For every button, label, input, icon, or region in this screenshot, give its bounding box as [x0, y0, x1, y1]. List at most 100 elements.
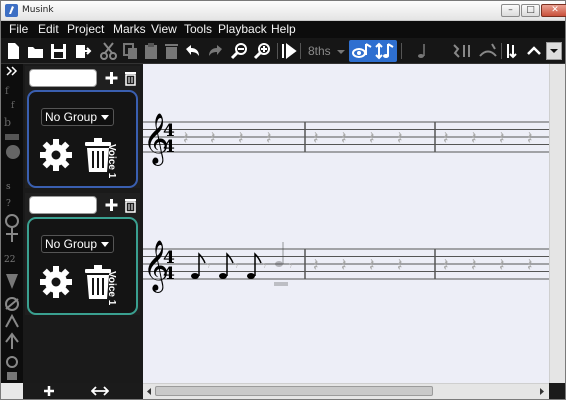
rests-staff-1: 𝄽 𝄽 𝄽 𝄽 𝄽 𝄽 𝄽 𝄽 𝄽 𝄽 𝄽 𝄽 — [183, 128, 533, 149]
voice-label: Voice 1 — [106, 144, 117, 179]
group-select[interactable]: No Group — [41, 108, 114, 126]
close-button[interactable]: ✕ — [541, 4, 566, 17]
title-bar: Musink – □ ✕ — [1, 1, 566, 21]
menu-tools[interactable]: Tools — [184, 22, 212, 36]
insert-down-icon[interactable] — [504, 41, 523, 61]
svg-text:b: b — [4, 116, 11, 129]
scroll-right-icon[interactable] — [538, 387, 546, 396]
swap-horizontal-icon[interactable] — [91, 385, 109, 397]
svg-text:?: ? — [6, 199, 11, 209]
menu-project[interactable]: Project — [67, 22, 104, 36]
app-window: Musink – □ ✕ File Edit Project Marks Vie… — [0, 0, 566, 400]
staff-name-input[interactable] — [29, 196, 97, 214]
menu-bar: File Edit Project Marks View Tools Playb… — [1, 21, 565, 38]
quarter-rest-icon: 𝄽 — [471, 255, 477, 276]
add-icon[interactable] — [103, 196, 120, 214]
toolbar: 8ths — [1, 38, 565, 64]
new-file-icon[interactable] — [4, 41, 23, 61]
quarter-rest-icon: 𝄽 — [313, 128, 319, 149]
menu-marks[interactable]: Marks — [113, 22, 146, 36]
note-value-select[interactable]: 8ths — [308, 44, 331, 58]
quarter-rest-icon: 𝄽 — [183, 128, 189, 149]
quarter-rest-icon: 𝄽 — [369, 128, 375, 149]
trash-icon[interactable] — [122, 196, 139, 214]
voice-label: Voice 1 — [106, 271, 117, 306]
menu-view[interactable]: View — [151, 22, 177, 36]
group-select[interactable]: No Group — [41, 235, 114, 253]
quarter-rest-icon: 𝄽 — [341, 255, 347, 276]
svg-text:f: f — [11, 101, 15, 111]
chevron-down-icon — [101, 242, 109, 247]
redo-icon[interactable] — [206, 41, 225, 61]
menu-file[interactable]: File — [9, 22, 28, 36]
chevron-down-icon — [550, 49, 558, 53]
add-icon[interactable] — [103, 69, 120, 87]
quarter-rest-icon: 𝄽 — [313, 255, 319, 276]
maximize-button[interactable]: □ — [521, 4, 540, 17]
staff-name-input[interactable] — [29, 69, 97, 87]
zoom-in-icon[interactable] — [253, 41, 272, 61]
staff-panel-2: No Group Voice 1 — [25, 193, 140, 315]
zoom-out-icon[interactable] — [230, 41, 249, 61]
gear-icon[interactable] — [37, 136, 75, 174]
quarter-rest-icon: 𝄽 — [341, 128, 347, 149]
toolbar-separator — [501, 43, 502, 59]
copy-icon[interactable] — [121, 41, 140, 61]
eighth-rest-icon: 𝄾 — [263, 259, 266, 273]
note-updown-icon[interactable] — [374, 41, 396, 61]
musink-logo-icon — [5, 4, 18, 17]
rest-tool-icon[interactable] — [450, 41, 474, 61]
tie-tool-icon[interactable] — [477, 41, 499, 61]
group-select-value: No Group — [45, 237, 98, 251]
save-icon[interactable] — [49, 41, 68, 61]
quarter-rest-icon: 𝄽 — [471, 128, 477, 149]
eighth-note-icon — [219, 252, 234, 279]
dynamics-tools-icon[interactable]: f f b s ? 22 — [1, 64, 23, 383]
paste-icon[interactable] — [142, 41, 161, 61]
eighth-rest-icon: 𝄾 — [289, 259, 292, 273]
voice-panel: No Group Voice 1 — [27, 90, 138, 188]
note-eye-icon[interactable] — [351, 41, 373, 61]
eighth-rest-icon: 𝄾 — [235, 259, 238, 273]
score-staves[interactable]: 𝄞 4 4 𝄽 𝄽 𝄽 𝄽 𝄽 𝄽 𝄽 𝄽 𝄽 𝄽 𝄽 𝄽 𝄞 4 4 𝄾 𝄾 … — [143, 64, 549, 383]
chevron-down-icon — [101, 115, 109, 120]
svg-text:s: s — [6, 182, 11, 192]
menu-help[interactable]: Help — [271, 22, 296, 36]
quarter-rest-icon: 𝄽 — [443, 128, 449, 149]
chevron-down-icon[interactable] — [335, 41, 347, 61]
vertical-scrollbar[interactable] — [549, 64, 565, 383]
quarter-rest-icon: 𝄽 — [369, 255, 375, 276]
menu-edit[interactable]: Edit — [38, 22, 59, 36]
group-select-value: No Group — [45, 110, 98, 124]
cut-icon[interactable] — [99, 41, 118, 61]
svg-text:22: 22 — [4, 255, 15, 265]
eighth-rest-icon: 𝄾 — [207, 259, 210, 273]
gear-icon[interactable] — [37, 263, 75, 301]
time-signature-bottom: 4 — [163, 264, 175, 284]
score-canvas[interactable]: 𝄞 4 4 𝄽 𝄽 𝄽 𝄽 𝄽 𝄽 𝄽 𝄽 𝄽 𝄽 𝄽 𝄽 𝄞 4 4 𝄾 𝄾 … — [143, 64, 549, 383]
play-icon[interactable] — [280, 41, 299, 61]
menu-playback[interactable]: Playback — [218, 22, 267, 36]
quarter-rest-icon: 𝄽 — [238, 128, 244, 149]
add-staff-icon[interactable] — [43, 385, 55, 397]
trash-icon[interactable] — [122, 69, 139, 87]
toolbar-separator — [277, 43, 278, 59]
undo-icon[interactable] — [183, 41, 202, 61]
left-tool-strip: f f b s ? 22 — [1, 64, 23, 383]
quarter-note-icon[interactable] — [413, 41, 432, 61]
quarter-rest-icon: 𝄽 — [210, 128, 216, 149]
chevron-up-icon[interactable] — [525, 41, 544, 61]
horizontal-scroll-thumb[interactable] — [155, 386, 433, 396]
quarter-rest-icon: 𝄽 — [527, 255, 533, 276]
open-folder-icon[interactable] — [26, 41, 45, 61]
rests-staff-2: 𝄽 𝄽 𝄽 𝄽 𝄽 𝄽 𝄽 𝄽 — [313, 255, 533, 276]
quarter-rest-icon: 𝄽 — [499, 128, 505, 149]
minimize-button[interactable]: – — [501, 4, 520, 17]
staff-panel-1: No Group Voice 1 — [25, 66, 140, 188]
staff-headers: No Group Voice 1 No Group Voice 1 — [23, 64, 143, 383]
toolbar-overflow-button[interactable] — [546, 42, 562, 60]
scroll-left-icon[interactable] — [145, 387, 153, 396]
scroll-corner — [549, 383, 565, 399]
delete-icon[interactable] — [162, 41, 181, 61]
export-icon[interactable] — [73, 41, 92, 61]
